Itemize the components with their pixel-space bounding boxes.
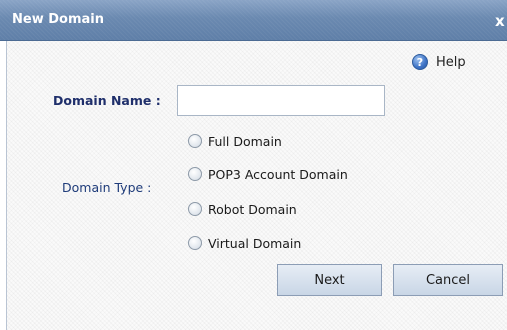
radio-label: Robot Domain [208,201,297,217]
help-label: Help [436,54,466,70]
radio-full-domain[interactable]: Full Domain [188,132,282,150]
dialog-titlebar[interactable]: New Domain x [0,0,507,41]
radio-button[interactable] [188,236,202,250]
radio-pop3-account-domain[interactable]: POP3 Account Domain [188,165,348,183]
next-button[interactable]: Next [277,264,382,296]
help-link[interactable]: ? Help [412,52,466,72]
radio-button[interactable] [188,167,202,181]
dialog-title: New Domain [12,12,104,27]
radio-button[interactable] [188,202,202,216]
radio-button[interactable] [188,134,202,148]
new-domain-dialog: New Domain x ? Help Domain Name : Domain… [0,0,507,330]
radio-label: Full Domain [208,133,282,149]
domain-type-label: Domain Type : [62,180,152,195]
radio-robot-domain[interactable]: Robot Domain [188,200,297,218]
domain-name-label: Domain Name : [53,93,161,108]
close-icon[interactable]: x [495,13,507,29]
cancel-button[interactable]: Cancel [393,264,503,296]
domain-name-input[interactable] [177,85,385,116]
radio-label: POP3 Account Domain [208,166,348,182]
radio-virtual-domain[interactable]: Virtual Domain [188,234,301,252]
help-icon: ? [412,54,428,70]
radio-label: Virtual Domain [208,235,302,251]
